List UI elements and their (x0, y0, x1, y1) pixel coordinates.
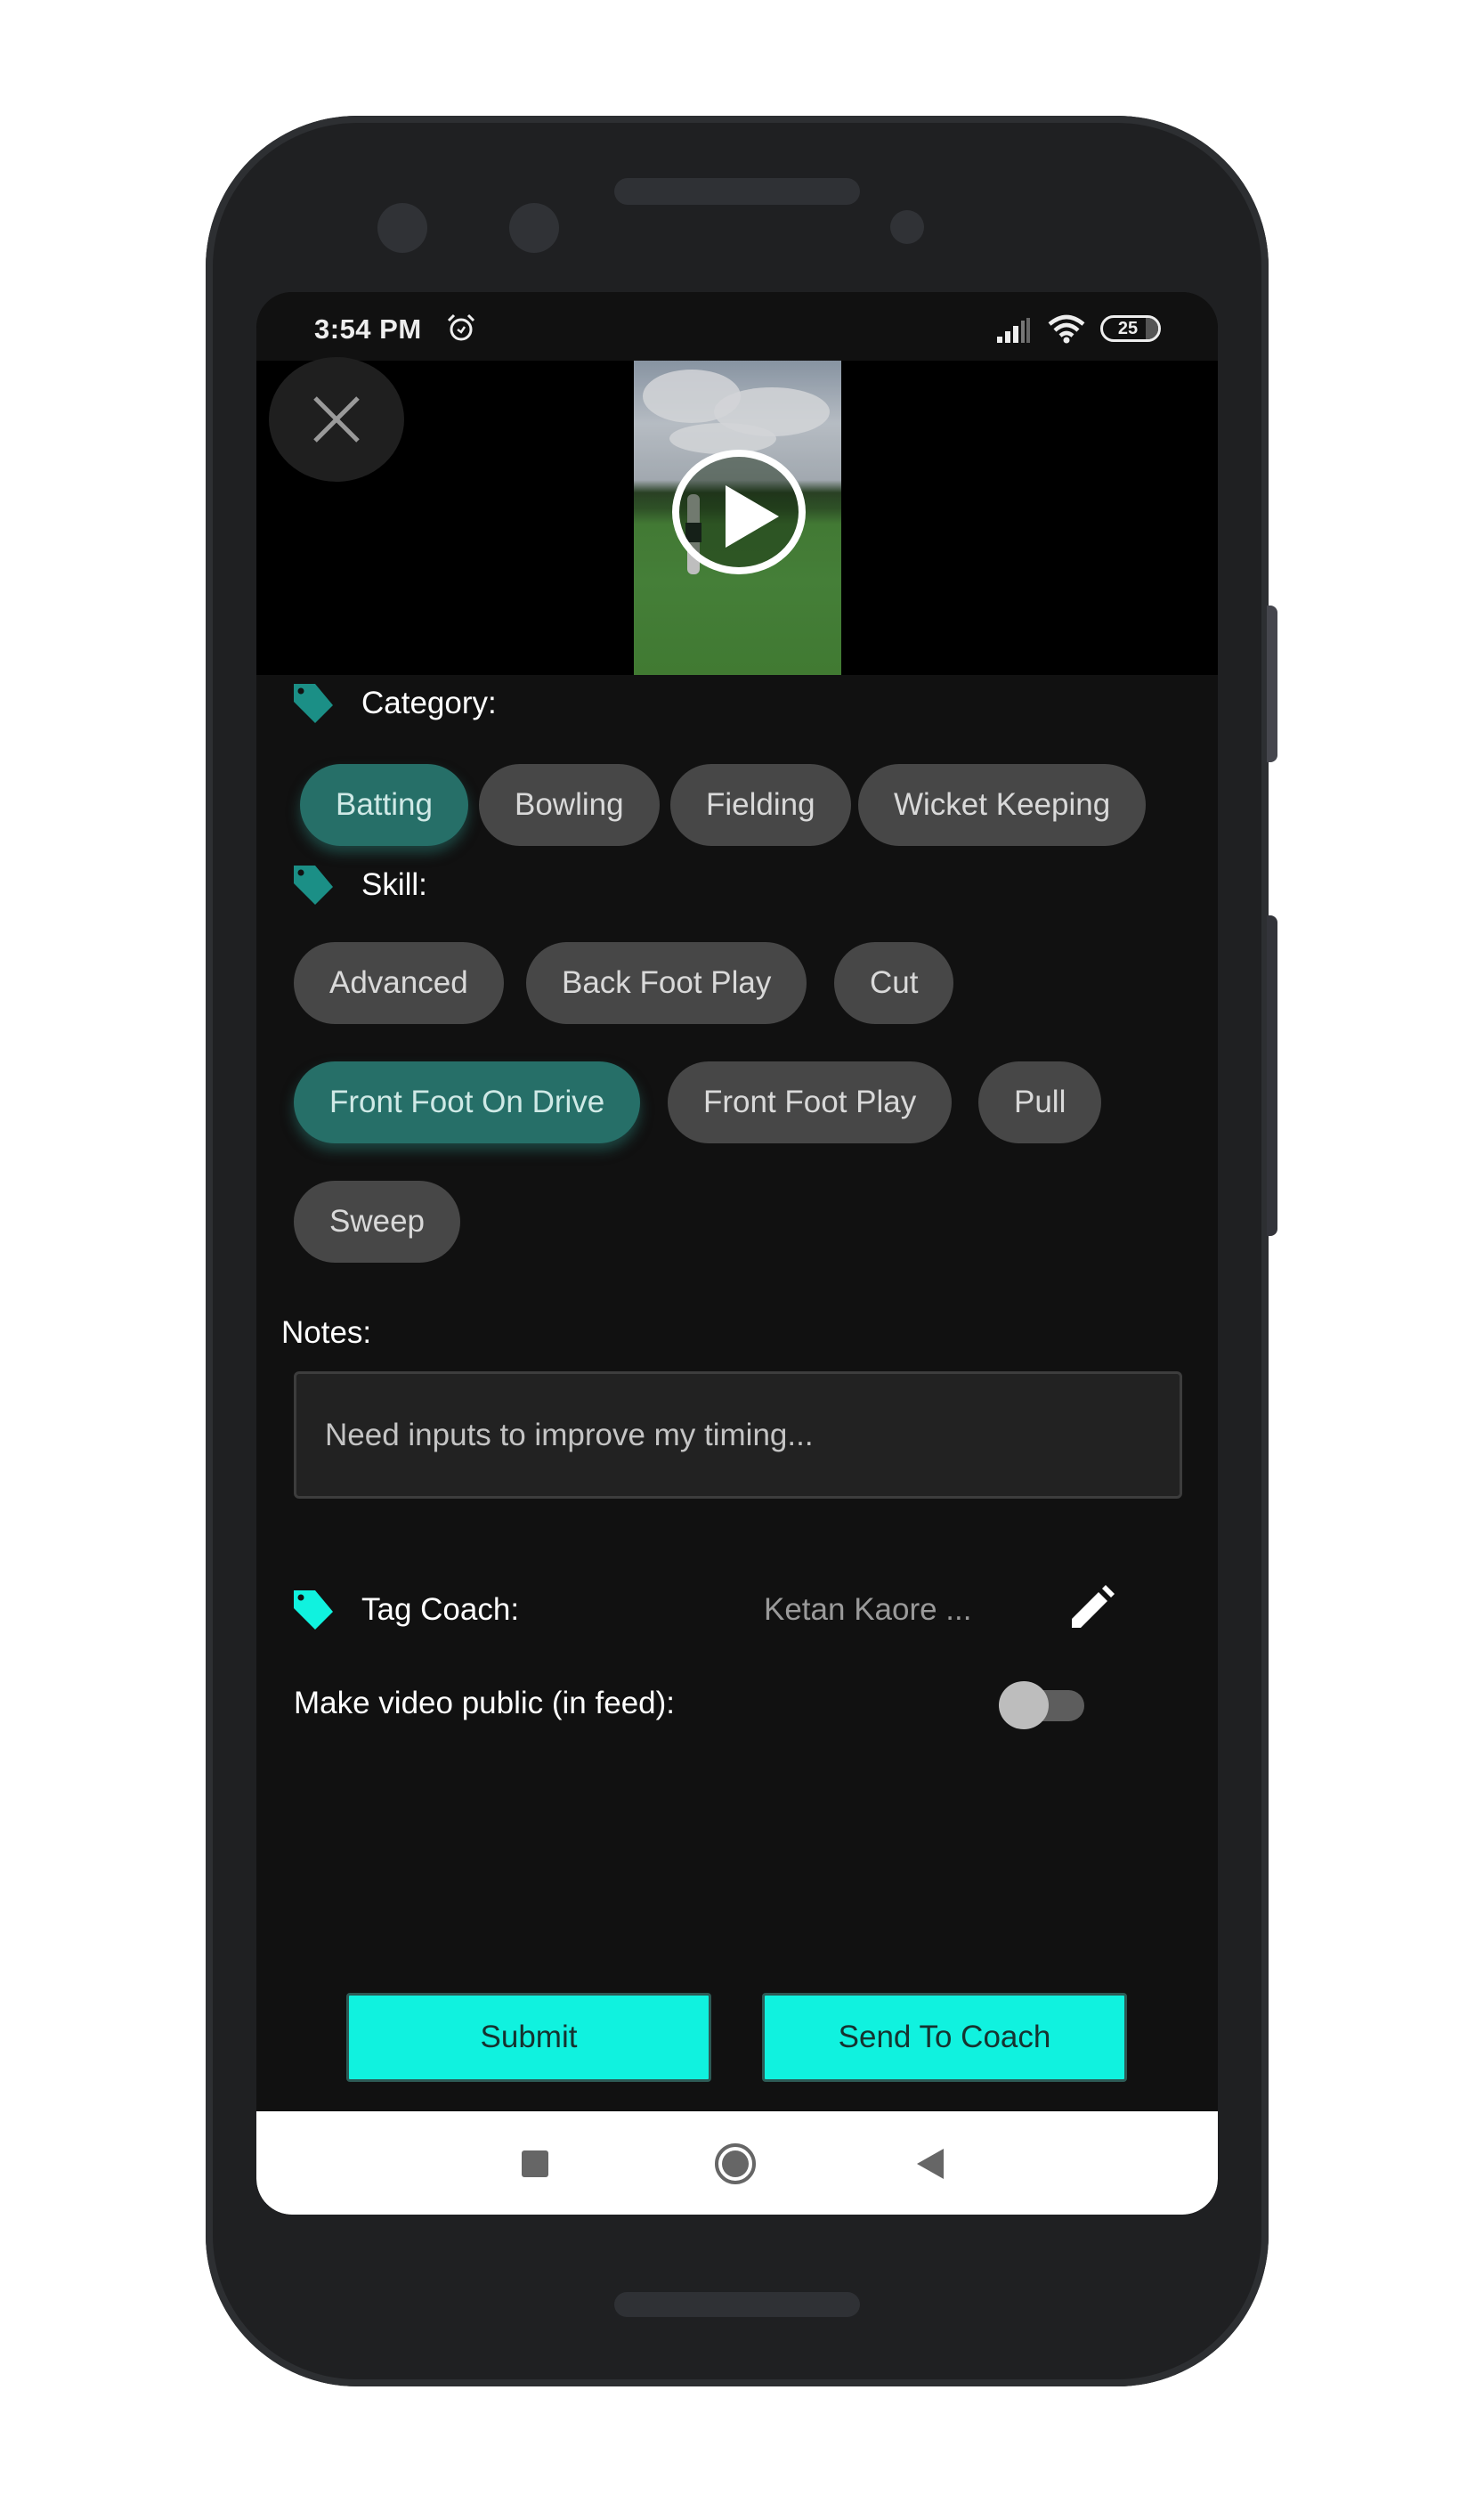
tag-icon (294, 684, 333, 723)
tag-coach-label: Tag Coach: (361, 1592, 520, 1627)
play-icon (726, 485, 779, 548)
chip-label: Batting (336, 787, 433, 822)
send-to-coach-button[interactable]: Send To Coach (762, 1993, 1127, 2082)
chip-label: Bowling (515, 787, 624, 822)
skill-header: Skill: (290, 860, 427, 910)
skill-chip-advanced[interactable]: Advanced (294, 942, 504, 1024)
cellular-signal-icon (997, 318, 1030, 343)
chip-label: Advanced (329, 965, 468, 1000)
status-time: 3:54 PM (314, 313, 422, 345)
tag-icon (294, 866, 333, 905)
wifi-icon (1048, 314, 1085, 344)
category-chip-batting[interactable]: Batting (300, 764, 468, 846)
power-button (1267, 915, 1277, 1236)
skill-chip-sweep[interactable]: Sweep (294, 1181, 461, 1263)
bottom-speaker (614, 2292, 860, 2317)
skill-chip-front-foot-on-drive[interactable]: Front Foot On Drive (294, 1061, 641, 1143)
close-button[interactable] (269, 357, 404, 482)
skill-chip-cut[interactable]: Cut (834, 942, 954, 1024)
notes-label: Notes: (281, 1315, 372, 1350)
app-screen: 3:54 PM 25 Category: Batting Bowling Fie… (256, 292, 1218, 2215)
pencil-icon[interactable] (1066, 1583, 1116, 1633)
tag-coach-row: Tag Coach: Ketan Kaore ... (290, 1583, 1180, 1637)
tagged-coach-name[interactable]: Ketan Kaore ... (764, 1592, 971, 1628)
video-preview (256, 357, 1218, 675)
system-nav-bar (256, 2111, 1218, 2215)
alarm-clock-icon (447, 313, 475, 341)
proximity-sensor (890, 210, 924, 244)
tag-icon (294, 1590, 333, 1630)
submit-button[interactable]: Submit (346, 1993, 711, 2082)
chip-label: Sweep (329, 1204, 426, 1239)
chip-label: Front Foot Play (703, 1085, 917, 1119)
home-icon[interactable] (715, 2143, 756, 2184)
status-bar: 3:54 PM 25 (256, 292, 1218, 361)
send-to-coach-label: Send To Coach (838, 2020, 1051, 2054)
skill-chip-pull[interactable]: Pull (978, 1061, 1102, 1143)
battery-indicator: 25 (1100, 315, 1161, 342)
close-icon (313, 396, 360, 443)
chip-label: Pull (1014, 1085, 1066, 1119)
public-toggle-label: Make video public (in feed): (294, 1686, 675, 1720)
skill-label: Skill: (361, 867, 427, 902)
category-chip-wicket-keeping[interactable]: Wicket Keeping (858, 764, 1147, 846)
chip-label: Back Foot Play (562, 965, 772, 1000)
chip-label: Wicket Keeping (894, 787, 1111, 822)
notes-input[interactable]: Need inputs to improve my timing... (294, 1371, 1182, 1499)
toggle-knob (999, 1681, 1049, 1729)
submit-label: Submit (480, 2020, 578, 2054)
chip-label: Fielding (706, 787, 815, 822)
play-button[interactable] (672, 450, 806, 574)
recent-apps-icon[interactable] (522, 2150, 548, 2177)
volume-button (1267, 606, 1277, 762)
category-chip-bowling[interactable]: Bowling (479, 764, 660, 846)
category-header: Category: (290, 679, 497, 728)
earpiece-speaker (614, 178, 860, 205)
category-label: Category: (361, 686, 497, 720)
chip-label: Cut (870, 965, 919, 1000)
skill-chip-front-foot-play[interactable]: Front Foot Play (668, 1061, 953, 1143)
skill-chip-back-foot-play[interactable]: Back Foot Play (526, 942, 807, 1024)
public-toggle[interactable] (999, 1681, 1088, 1731)
notes-value: Need inputs to improve my timing... (325, 1417, 814, 1452)
front-camera (377, 203, 427, 253)
home-icon-inner (722, 2150, 749, 2177)
front-camera-secondary (509, 203, 559, 253)
category-chip-fielding[interactable]: Fielding (670, 764, 851, 846)
battery-level: 25 (1117, 319, 1139, 338)
chip-label: Front Foot On Drive (329, 1085, 605, 1119)
back-icon[interactable] (917, 2149, 944, 2179)
